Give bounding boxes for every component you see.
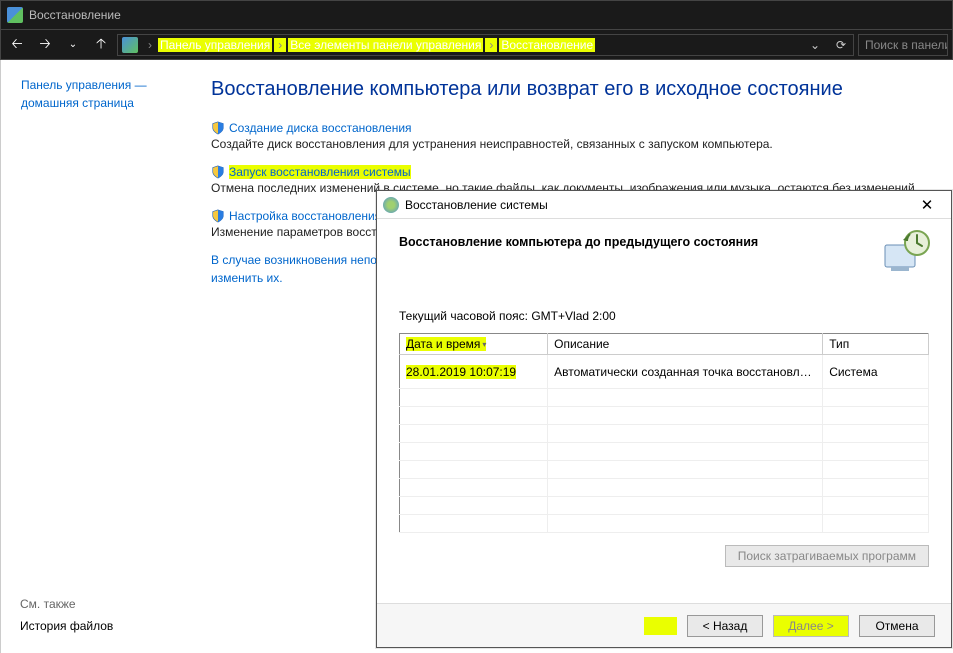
forward-button[interactable]: 🡢 bbox=[33, 33, 57, 57]
dialog-body: Восстановление компьютера до предыдущего… bbox=[377, 219, 951, 603]
breadcrumb[interactable]: › Панель управления › Все элементы панел… bbox=[117, 34, 854, 56]
back-button[interactable]: 🡠 bbox=[5, 33, 29, 57]
recovery-icon bbox=[7, 7, 23, 23]
restore-points-table[interactable]: Дата и время▾ Описание Тип 28.01.2019 10… bbox=[399, 333, 929, 533]
shield-icon bbox=[211, 209, 225, 223]
see-also-link[interactable]: История файлов bbox=[20, 619, 113, 633]
table-row bbox=[400, 443, 929, 461]
restore-point-type: Система bbox=[823, 355, 929, 389]
column-desc-header[interactable]: Описание bbox=[548, 334, 823, 355]
breadcrumb-item[interactable]: Восстановление bbox=[499, 38, 595, 52]
table-row bbox=[400, 425, 929, 443]
sort-desc-icon: ▾ bbox=[482, 340, 486, 349]
up-button[interactable]: 🡡 bbox=[89, 33, 113, 57]
cancel-button[interactable]: Отмена bbox=[859, 615, 935, 637]
see-also-label: См. также bbox=[20, 597, 113, 611]
system-restore-icon bbox=[383, 197, 399, 213]
next-button[interactable]: Далее > bbox=[773, 615, 849, 637]
window-title: Восстановление bbox=[29, 8, 121, 22]
shield-icon bbox=[211, 121, 225, 135]
timezone-label: Текущий часовой пояс: GMT+Vlad 2:00 bbox=[399, 309, 929, 323]
dialog-heading: Восстановление компьютера до предыдущего… bbox=[399, 235, 929, 249]
back-button[interactable]: < Назад bbox=[687, 615, 763, 637]
chevron-right-icon[interactable]: › bbox=[144, 38, 156, 52]
dialog-titlebar[interactable]: Восстановление системы ✕ bbox=[377, 191, 951, 219]
search-input[interactable]: Поиск в панели bbox=[858, 34, 948, 56]
table-row bbox=[400, 479, 929, 497]
task-link-label: Запуск восстановления системы bbox=[229, 165, 411, 179]
nav-toolbar: 🡠 🡢 ⌄ 🡡 › Панель управления › Все элемен… bbox=[0, 30, 953, 60]
search-placeholder: Поиск в панели bbox=[865, 38, 948, 52]
table-row[interactable]: 28.01.2019 10:07:19 Автоматически создан… bbox=[400, 355, 929, 389]
sidebar: Панель управления — домашняя страница См… bbox=[1, 60, 211, 653]
shield-icon bbox=[211, 165, 225, 179]
task-create-recovery-drive[interactable]: Создание диска восстановления bbox=[211, 121, 933, 135]
table-row bbox=[400, 389, 929, 407]
highlight-marker bbox=[644, 617, 677, 635]
task-desc: Создайте диск восстановления для устране… bbox=[211, 137, 933, 151]
restore-graphic-icon bbox=[879, 227, 931, 279]
table-row bbox=[400, 461, 929, 479]
chevron-right-icon[interactable]: › bbox=[274, 38, 286, 52]
task-system-restore[interactable]: Запуск восстановления системы bbox=[211, 165, 933, 179]
recent-locations-button[interactable]: ⌄ bbox=[61, 33, 85, 57]
breadcrumb-item[interactable]: Все элементы панели управления bbox=[288, 38, 483, 52]
dialog-title: Восстановление системы bbox=[405, 198, 909, 212]
breadcrumb-item[interactable]: Панель управления bbox=[158, 38, 272, 52]
dialog-footer: < Назад Далее > Отмена bbox=[377, 603, 951, 647]
history-button[interactable]: ⌄ bbox=[803, 38, 827, 52]
system-restore-dialog: Восстановление системы ✕ Восстановление … bbox=[376, 190, 952, 648]
close-button[interactable]: ✕ bbox=[909, 194, 945, 216]
table-row bbox=[400, 497, 929, 515]
scan-affected-programs-button[interactable]: Поиск затрагиваемых программ bbox=[725, 545, 929, 567]
restore-point-desc: Автоматически созданная точка восстановл… bbox=[548, 355, 823, 389]
page-title: Восстановление компьютера или возврат ег… bbox=[211, 78, 933, 101]
table-row bbox=[400, 407, 929, 425]
window-titlebar: Восстановление bbox=[0, 0, 953, 30]
restore-point-date: 28.01.2019 10:07:19 bbox=[406, 365, 516, 379]
chevron-right-icon[interactable]: › bbox=[485, 38, 497, 52]
table-row bbox=[400, 515, 929, 533]
column-date-header[interactable]: Дата и время▾ bbox=[400, 334, 548, 355]
refresh-button[interactable]: ⟳ bbox=[829, 38, 853, 52]
control-panel-icon bbox=[122, 37, 138, 53]
task-link-label: Создание диска восстановления bbox=[229, 121, 412, 135]
sidebar-home-link[interactable]: Панель управления — домашняя страница bbox=[21, 76, 201, 112]
column-type-header[interactable]: Тип bbox=[823, 334, 929, 355]
see-also-section: См. также История файлов bbox=[20, 597, 113, 633]
